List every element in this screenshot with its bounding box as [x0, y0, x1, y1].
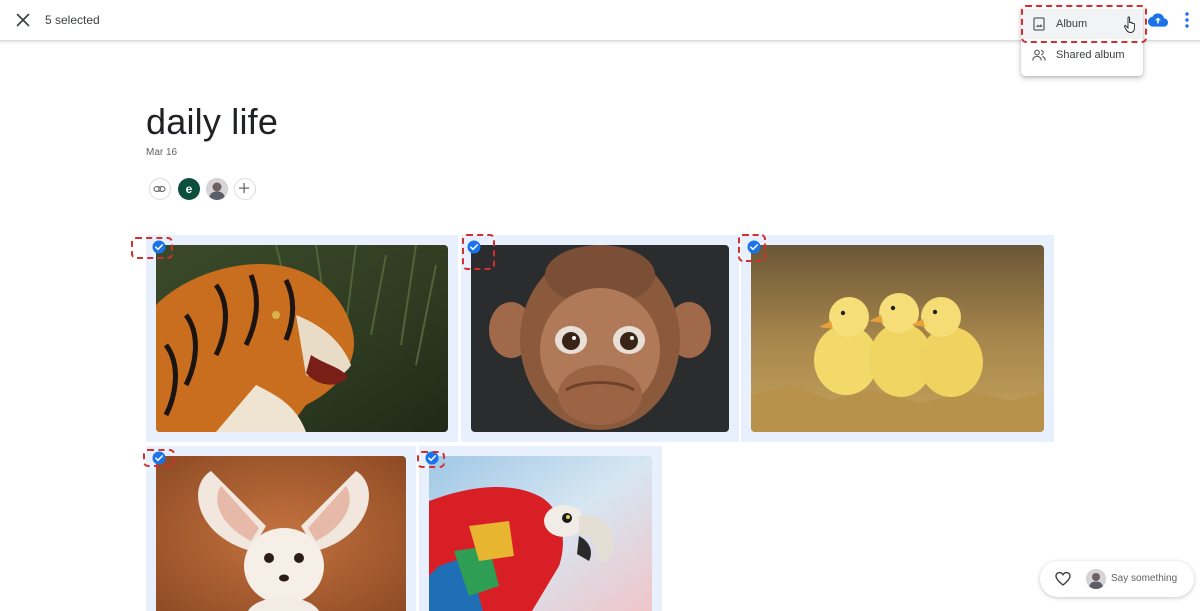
photo-monkey: [471, 245, 729, 432]
album-title[interactable]: daily life: [146, 101, 278, 143]
selection-toolbar: 5 selected: [0, 0, 1200, 41]
heart-icon[interactable]: [1055, 571, 1071, 587]
link-icon: [153, 186, 166, 192]
avatar[interactable]: [206, 178, 228, 200]
tiger-image: [156, 245, 448, 432]
photo-fennec-fox: [156, 456, 406, 611]
hand-cursor-icon: [1124, 16, 1135, 33]
close-icon[interactable]: [12, 9, 34, 31]
photo-tile-ducklings[interactable]: [741, 235, 1054, 442]
parrot-image: [429, 456, 652, 611]
photo-parrot: [429, 456, 652, 611]
photo-tile-monkey[interactable]: [461, 235, 739, 442]
avatar: [1086, 569, 1106, 589]
selected-count: 5 selected: [45, 13, 100, 27]
comment-bar: Say something: [1040, 561, 1194, 597]
plus-icon: [238, 182, 250, 194]
user-photo-icon: [1086, 569, 1106, 589]
menu-item-label: Shared album: [1056, 49, 1125, 61]
people-icon: [1032, 49, 1046, 61]
photo-tile-tiger[interactable]: [146, 235, 458, 442]
check-circle-icon[interactable]: [467, 240, 481, 254]
add-person-button[interactable]: [234, 178, 256, 200]
photo-tile-parrot[interactable]: [419, 446, 662, 611]
fennec-fox-image: [156, 456, 406, 611]
album-date: Mar 16: [146, 147, 178, 158]
check-circle-icon[interactable]: [152, 240, 166, 254]
cloud-upload-icon[interactable]: [1148, 10, 1168, 30]
ducklings-image: [751, 245, 1044, 432]
photo-ducklings: [751, 245, 1044, 432]
comment-input[interactable]: Say something: [1111, 573, 1177, 584]
more-vertical-icon[interactable]: [1180, 10, 1194, 30]
user-photo-icon: [206, 178, 228, 200]
menu-item-shared-album[interactable]: Shared album: [1021, 40, 1143, 70]
avatar[interactable]: e: [178, 178, 200, 200]
photo-tile-fennec-fox[interactable]: [146, 446, 416, 611]
menu-item-label: Album: [1056, 18, 1088, 30]
share-link-button[interactable]: [149, 178, 171, 200]
check-circle-icon[interactable]: [152, 451, 166, 465]
photo-tiger: [156, 245, 448, 432]
check-circle-icon[interactable]: [747, 240, 761, 254]
check-circle-icon[interactable]: [425, 451, 439, 465]
album-icon: [1033, 17, 1045, 31]
monkey-image: [471, 245, 729, 432]
